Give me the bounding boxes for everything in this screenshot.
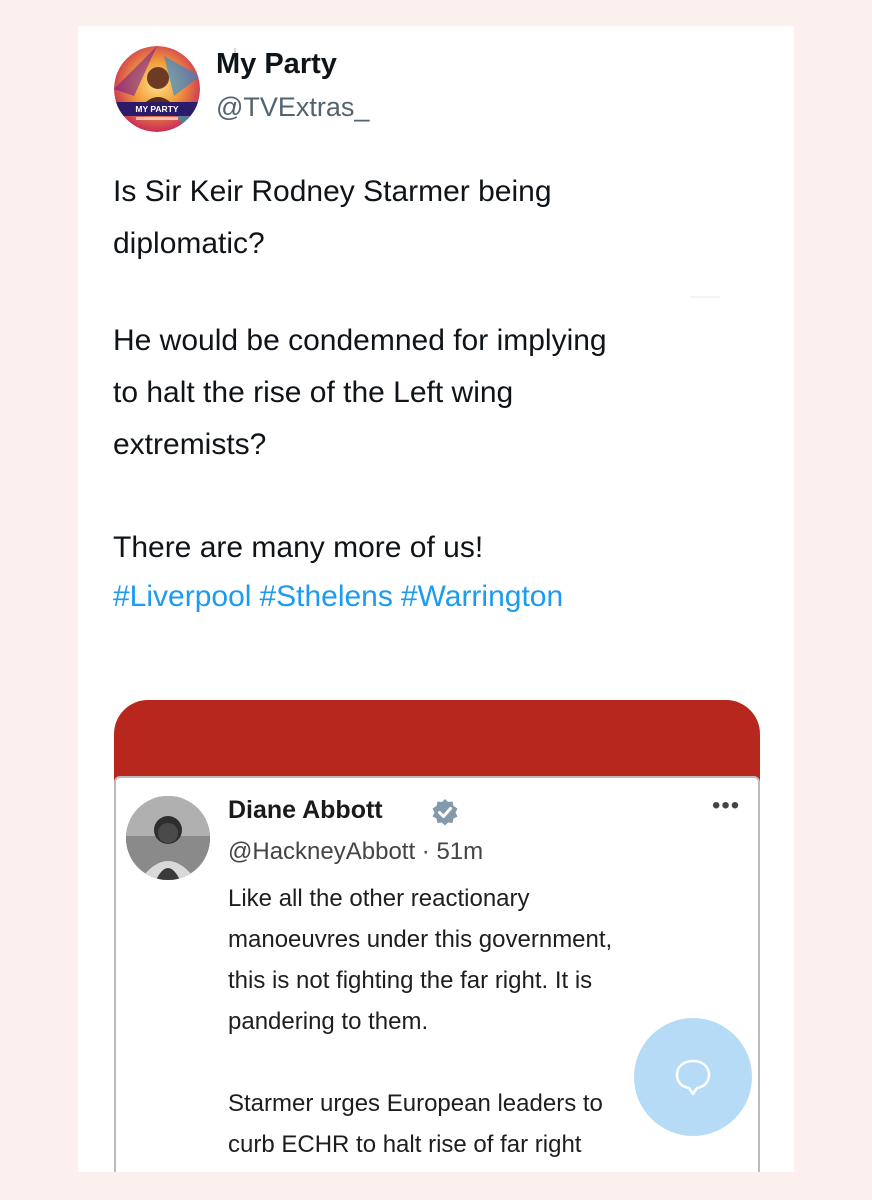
- tweet-text-line: diplomatic?: [113, 227, 265, 260]
- hashtag-sthelens[interactable]: #Sthelens: [259, 580, 392, 613]
- quoted-text-line: manoeuvres under this government,: [228, 926, 613, 953]
- tweet-text-line: to halt the rise of the Left wing: [113, 376, 514, 409]
- author-handle[interactable]: @TVExtras_: [216, 92, 369, 123]
- hashtag-row: #Liverpool #Sthelens #Warrington: [113, 571, 571, 623]
- tweet-text-line: He would be condemned for implying: [113, 324, 607, 357]
- quoted-author-avatar[interactable]: [126, 796, 210, 880]
- tweet-text-line: There are many more of us!: [113, 531, 484, 564]
- hashtag-liverpool[interactable]: #Liverpool: [113, 580, 251, 613]
- more-options-icon[interactable]: •••: [712, 794, 740, 818]
- author-name[interactable]: My Party: [216, 48, 337, 81]
- author-avatar[interactable]: MY PARTY: [114, 46, 200, 132]
- verified-badge-icon: [432, 799, 458, 826]
- quoted-text-line: this is not fighting the far right. It i…: [228, 967, 593, 994]
- quoted-avatar-image: [126, 796, 210, 880]
- reply-fab-button[interactable]: [634, 1018, 752, 1136]
- quoted-handle-time: @HackneyAbbott · 51m: [228, 838, 484, 865]
- chat-bubble-icon: [675, 1059, 711, 1096]
- avatar-logo-text: MY PARTY: [135, 104, 178, 114]
- avatar-image: MY PARTY: [114, 46, 200, 132]
- hashtag-warrington[interactable]: #Warrington: [401, 580, 563, 613]
- quoted-author-name[interactable]: Diane Abbott: [228, 796, 383, 825]
- quoted-text-line: curb ECHR to halt rise of far right: [228, 1131, 582, 1158]
- tweet-text-line: extremists?: [113, 428, 267, 461]
- quoted-text-line: Like all the other reactionary: [228, 885, 530, 912]
- divider: [690, 296, 720, 298]
- quoted-text-line: Starmer urges European leaders to: [228, 1090, 603, 1117]
- quoted-text-line: pandering to them.: [228, 1008, 429, 1035]
- post-card: MY PARTY My Party @TVExtras_ Is Sir Keir…: [78, 26, 794, 1172]
- tweet-text-line: Is Sir Keir Rodney Starmer being: [113, 175, 552, 208]
